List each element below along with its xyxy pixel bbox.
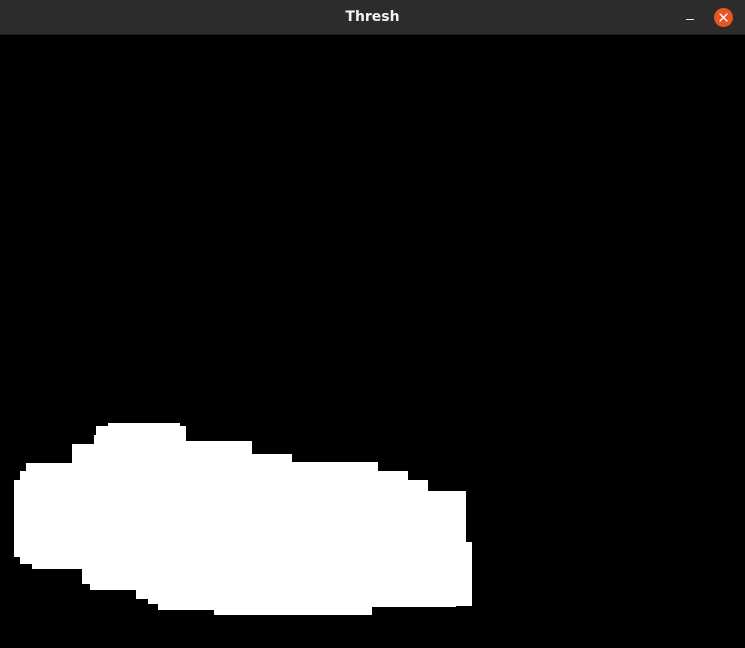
white-blob (14, 423, 472, 615)
app-window: Thresh (0, 0, 745, 648)
threshold-image (0, 35, 745, 648)
threshold-mask (14, 423, 472, 615)
title-bar[interactable]: Thresh (0, 0, 745, 35)
close-icon (719, 13, 728, 22)
window-title: Thresh (345, 9, 400, 25)
minimize-button[interactable] (680, 8, 700, 28)
minimize-icon (686, 19, 694, 20)
close-button[interactable] (714, 8, 733, 27)
